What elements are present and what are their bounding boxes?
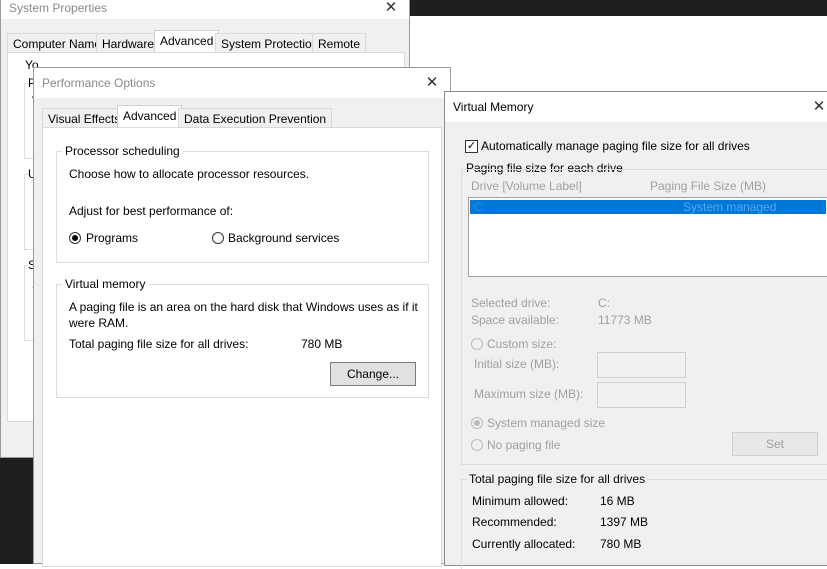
tab-visual-effects[interactable]: Visual Effects	[42, 108, 127, 128]
processor-description: Choose how to allocate processor resourc…	[69, 167, 310, 181]
currently-allocated-value: 780 MB	[600, 537, 642, 551]
adjust-label: Adjust for best performance of:	[69, 204, 234, 218]
performance-options-title: Performance Options	[42, 76, 156, 90]
auto-manage-checkbox[interactable]: ✓	[465, 140, 478, 153]
space-available-value: 11773 MB	[598, 313, 652, 327]
virtual-memory-title: Virtual Memory	[453, 100, 534, 114]
minimum-allowed-value: 16 MB	[600, 494, 635, 508]
virtual-memory-titlebar: Virtual Memory ✕	[445, 92, 827, 122]
drive-listbox[interactable]: C: System managed	[468, 197, 827, 277]
column-drive: Drive [Volume Label]	[471, 179, 582, 193]
taskbar-strip-top	[408, 0, 827, 16]
background-services-radio[interactable]	[212, 232, 224, 244]
currently-allocated-label: Currently allocated:	[472, 537, 576, 551]
virtual-memory-description-2: were RAM.	[69, 316, 129, 330]
selected-drive-value: C:	[598, 296, 610, 310]
total-paging-label: Total paging file size for all drives:	[69, 337, 249, 351]
system-managed-radio[interactable]	[471, 417, 483, 429]
close-icon[interactable]: ✕	[809, 97, 827, 117]
programs-radio[interactable]	[69, 232, 81, 244]
maximum-size-field[interactable]	[597, 382, 686, 408]
close-icon[interactable]: ✕	[381, 0, 401, 18]
initial-size-field[interactable]	[597, 352, 686, 378]
custom-size-radio[interactable]	[471, 338, 483, 350]
tab-data-execution-prevention[interactable]: Data Execution Prevention	[178, 108, 333, 128]
totals-group-label: Total paging file size for all drives	[467, 472, 648, 486]
drive-letter: C:	[474, 200, 486, 214]
system-properties-title: System Properties	[9, 1, 108, 15]
initial-size-label: Initial size (MB):	[474, 357, 560, 371]
total-paging-value: 780 MB	[301, 337, 343, 351]
space-available-label: Space available:	[471, 313, 560, 327]
custom-size-label[interactable]: Custom size:	[487, 337, 556, 351]
virtual-memory-description-1: A paging file is an area on the hard dis…	[69, 300, 418, 314]
performance-options-panel: Processor scheduling Choose how to alloc…	[42, 127, 442, 567]
no-paging-radio[interactable]	[471, 439, 483, 451]
tab-system-protection[interactable]: System Protection	[215, 33, 325, 53]
tab-computer-name[interactable]: Computer Name	[7, 33, 108, 53]
minimum-allowed-label: Minimum allowed:	[472, 494, 569, 508]
tab-advanced[interactable]: Advanced	[117, 105, 183, 128]
virtual-memory-window: Virtual Memory ✕ ✓ Automatically manage …	[444, 91, 827, 569]
set-button[interactable]: Set	[732, 432, 818, 456]
maximum-size-label: Maximum size (MB):	[474, 387, 584, 401]
auto-manage-label[interactable]: Automatically manage paging file size fo…	[481, 139, 750, 153]
virtual-memory-label: Virtual memory	[62, 277, 149, 291]
close-icon[interactable]: ✕	[422, 73, 442, 93]
tab-advanced[interactable]: Advanced	[154, 30, 220, 53]
change-button[interactable]: Change...	[330, 362, 416, 386]
recommended-label: Recommended:	[472, 515, 557, 529]
column-size: Paging File Size (MB)	[650, 179, 767, 193]
programs-label[interactable]: Programs	[86, 231, 138, 245]
recommended-value: 1397 MB	[600, 515, 649, 529]
tab-remote[interactable]: Remote	[312, 33, 367, 53]
processor-scheduling-label: Processor scheduling	[62, 144, 183, 158]
system-managed-label[interactable]: System managed size	[487, 416, 605, 430]
background-services-label[interactable]: Background services	[228, 231, 339, 245]
list-item[interactable]: C: System managed	[470, 200, 826, 214]
drive-size: System managed	[683, 200, 777, 214]
system-properties-titlebar: System Properties ✕	[1, 0, 409, 19]
no-paging-label[interactable]: No paging file	[487, 438, 560, 452]
tab-hardware[interactable]: Hardware	[96, 33, 161, 53]
performance-options-window: Performance Options ✕ Visual Effects Adv…	[33, 67, 451, 567]
performance-options-titlebar: Performance Options ✕	[34, 68, 450, 98]
selected-drive-label: Selected drive:	[471, 296, 551, 310]
